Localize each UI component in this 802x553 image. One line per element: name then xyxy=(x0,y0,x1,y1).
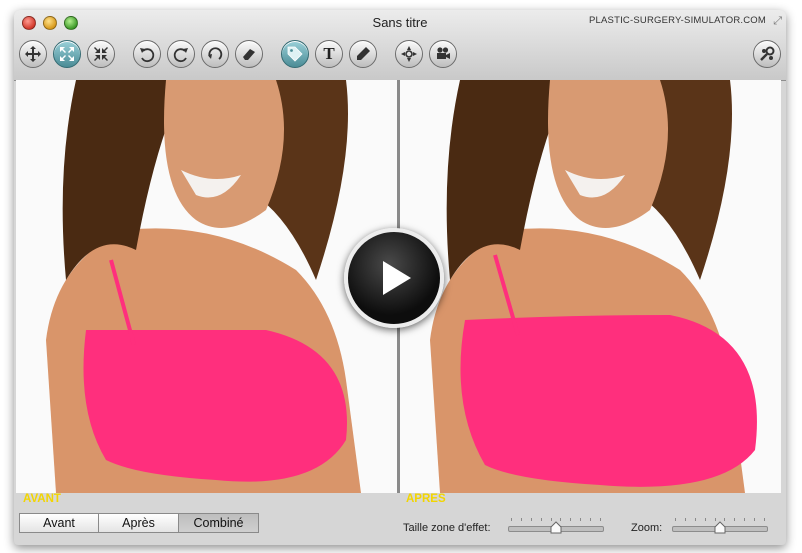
play-icon xyxy=(383,261,411,295)
effect-size-label: Taille zone d'effet: xyxy=(403,522,491,534)
expand-icon xyxy=(60,47,74,61)
view-mode-before-button[interactable]: Avant xyxy=(19,513,99,533)
pencil-button[interactable] xyxy=(349,40,377,68)
fullscreen-icon[interactable]: ⤢ xyxy=(773,15,782,28)
settings-button[interactable] xyxy=(753,40,781,68)
tag-icon xyxy=(287,46,303,62)
undo-icon xyxy=(140,48,155,63)
reset-icon xyxy=(208,47,223,60)
title-bar: Sans titre PLASTIC-SURGERY-SIMULATOR.COM… xyxy=(14,10,786,81)
after-image-panel[interactable] xyxy=(400,80,781,493)
reset-button[interactable] xyxy=(201,40,229,68)
move-icon xyxy=(25,46,41,62)
view-mode-segmented-control: Avant Après Combiné xyxy=(19,513,259,533)
after-photo xyxy=(430,80,757,493)
navigate-icon xyxy=(401,46,417,62)
eraser-button[interactable] xyxy=(235,40,263,68)
contract-button[interactable] xyxy=(87,40,115,68)
navigate-button[interactable] xyxy=(395,40,423,68)
move-button[interactable] xyxy=(19,40,47,68)
pencil-icon xyxy=(357,47,370,60)
eraser-icon xyxy=(243,49,255,60)
expand-button[interactable] xyxy=(53,40,81,68)
after-caption: APRES xyxy=(406,493,446,505)
redo-icon xyxy=(173,48,188,63)
zoom-slider-knob[interactable] xyxy=(714,521,726,534)
contract-icon xyxy=(94,47,108,61)
video-button[interactable] xyxy=(429,40,457,68)
before-caption: AVANT xyxy=(23,493,61,505)
before-image-panel[interactable] xyxy=(16,80,397,493)
effect-size-slider[interactable] xyxy=(508,518,604,534)
text-button[interactable]: T xyxy=(315,40,343,68)
effect-size-slider-knob[interactable] xyxy=(550,521,562,534)
play-button[interactable] xyxy=(344,228,444,328)
undo-button[interactable] xyxy=(133,40,161,68)
app-window: Sans titre PLASTIC-SURGERY-SIMULATOR.COM… xyxy=(14,10,786,545)
settings-icon xyxy=(760,46,775,61)
text-icon: T xyxy=(323,44,335,63)
zoom-label: Zoom: xyxy=(631,522,663,534)
video-camera-icon xyxy=(437,47,450,59)
view-mode-combined-button[interactable]: Combiné xyxy=(179,513,259,533)
before-photo xyxy=(46,80,361,493)
brand-label: PLASTIC-SURGERY-SIMULATOR.COM xyxy=(588,15,766,26)
tag-button[interactable] xyxy=(281,40,309,68)
redo-button[interactable] xyxy=(167,40,195,68)
zoom-slider[interactable] xyxy=(672,518,768,534)
view-mode-after-button[interactable]: Après xyxy=(99,513,179,533)
